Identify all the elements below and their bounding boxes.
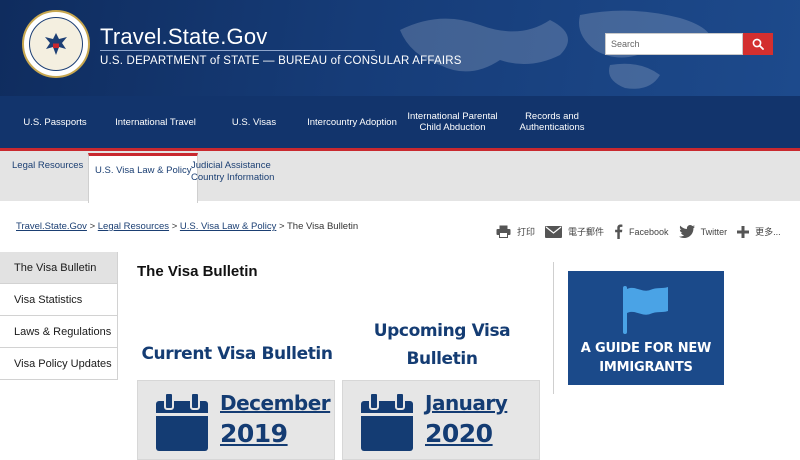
- share-print[interactable]: 打印: [496, 225, 535, 238]
- envelope-icon: [545, 225, 563, 238]
- nav-us-visas[interactable]: U.S. Visas: [218, 96, 290, 148]
- upcoming-bulletin-heading: Upcoming Visa Bulletin: [373, 321, 511, 369]
- title-divider: [100, 50, 375, 51]
- calendar-icon: [156, 393, 208, 451]
- flag-icon: [623, 286, 668, 334]
- site-subtitle: U.S. DEPARTMENT of STATE — BUREAU of CON…: [100, 55, 462, 67]
- guide-text: A GUIDE FOR NEW IMMIGRANTS: [580, 341, 712, 375]
- tab-judicial-assistance[interactable]: Judicial Assistance Country Information: [191, 160, 274, 184]
- twitter-icon: [678, 225, 695, 238]
- nav-intercountry-adoption[interactable]: Intercountry Adoption: [303, 96, 401, 148]
- sidebar-navigation: The Visa Bulletin Visa Statistics Laws &…: [0, 252, 118, 380]
- sidebar-item-visa-bulletin[interactable]: The Visa Bulletin: [0, 252, 118, 284]
- search-button[interactable]: [743, 33, 773, 55]
- share-email[interactable]: 電子郵件: [545, 225, 604, 238]
- printer-icon: [496, 225, 511, 238]
- current-bulletin-heading: Current Visa Bulletin: [141, 344, 333, 364]
- new-immigrants-guide-banner[interactable]: A GUIDE FOR NEW IMMIGRANTS: [568, 271, 724, 385]
- breadcrumb: Travel.State.Gov > Legal Resources > U.S…: [16, 221, 359, 232]
- breadcrumb-current: The Visa Bulletin: [287, 221, 359, 232]
- upcoming-bulletin-year-link[interactable]: 2020: [425, 419, 493, 448]
- breadcrumb-link-legal-resources[interactable]: Legal Resources: [98, 221, 169, 232]
- nav-us-passports[interactable]: U.S. Passports: [14, 96, 96, 148]
- breadcrumb-link-home[interactable]: Travel.State.Gov: [16, 221, 87, 232]
- breadcrumb-link-visa-law[interactable]: U.S. Visa Law & Policy: [180, 221, 276, 232]
- nav-international-travel[interactable]: International Travel: [108, 96, 203, 148]
- sidebar-item-visa-policy-updates[interactable]: Visa Policy Updates: [0, 348, 118, 380]
- tab-legal-resources[interactable]: Legal Resources: [12, 160, 83, 172]
- main-navigation: U.S. Passports International Travel U.S.…: [0, 96, 800, 148]
- upcoming-bulletin-card[interactable]: January 2020: [342, 380, 540, 460]
- upcoming-bulletin-month-link[interactable]: January: [425, 391, 508, 415]
- tab-visa-law-policy[interactable]: U.S. Visa Law & Policy: [88, 153, 199, 203]
- current-bulletin-year-link[interactable]: 2019: [220, 419, 288, 448]
- plus-icon: [737, 225, 750, 238]
- department-seal-logo[interactable]: [22, 10, 90, 78]
- search-icon: [752, 38, 764, 50]
- facebook-icon: [615, 224, 623, 239]
- share-twitter[interactable]: Twitter: [678, 225, 727, 238]
- share-more[interactable]: 更多...: [737, 225, 781, 238]
- calendar-icon: [361, 393, 413, 451]
- content-divider: [553, 262, 554, 394]
- nav-parental-child-abduction[interactable]: International Parental Child Abduction: [405, 96, 500, 148]
- nav-records-authentications[interactable]: Records and Authentications: [510, 96, 594, 148]
- current-bulletin-month-link[interactable]: December: [220, 391, 331, 415]
- share-facebook[interactable]: Facebook: [614, 224, 669, 239]
- search-input[interactable]: [605, 33, 743, 55]
- page-title: The Visa Bulletin: [137, 263, 258, 280]
- current-bulletin-card[interactable]: December 2019: [137, 380, 335, 460]
- section-subnav: Legal Resources U.S. Visa Law & Policy J…: [0, 151, 800, 203]
- eagle-icon: [45, 33, 67, 55]
- sidebar-item-visa-statistics[interactable]: Visa Statistics: [0, 284, 118, 316]
- sidebar-item-laws-regulations[interactable]: Laws & Regulations: [0, 316, 118, 348]
- site-title[interactable]: Travel.State.Gov: [100, 24, 267, 50]
- share-toolbar: 打印 電子郵件 Facebook Twitter 更多...: [496, 224, 791, 239]
- site-header: Travel.State.Gov U.S. DEPARTMENT of STAT…: [0, 0, 800, 96]
